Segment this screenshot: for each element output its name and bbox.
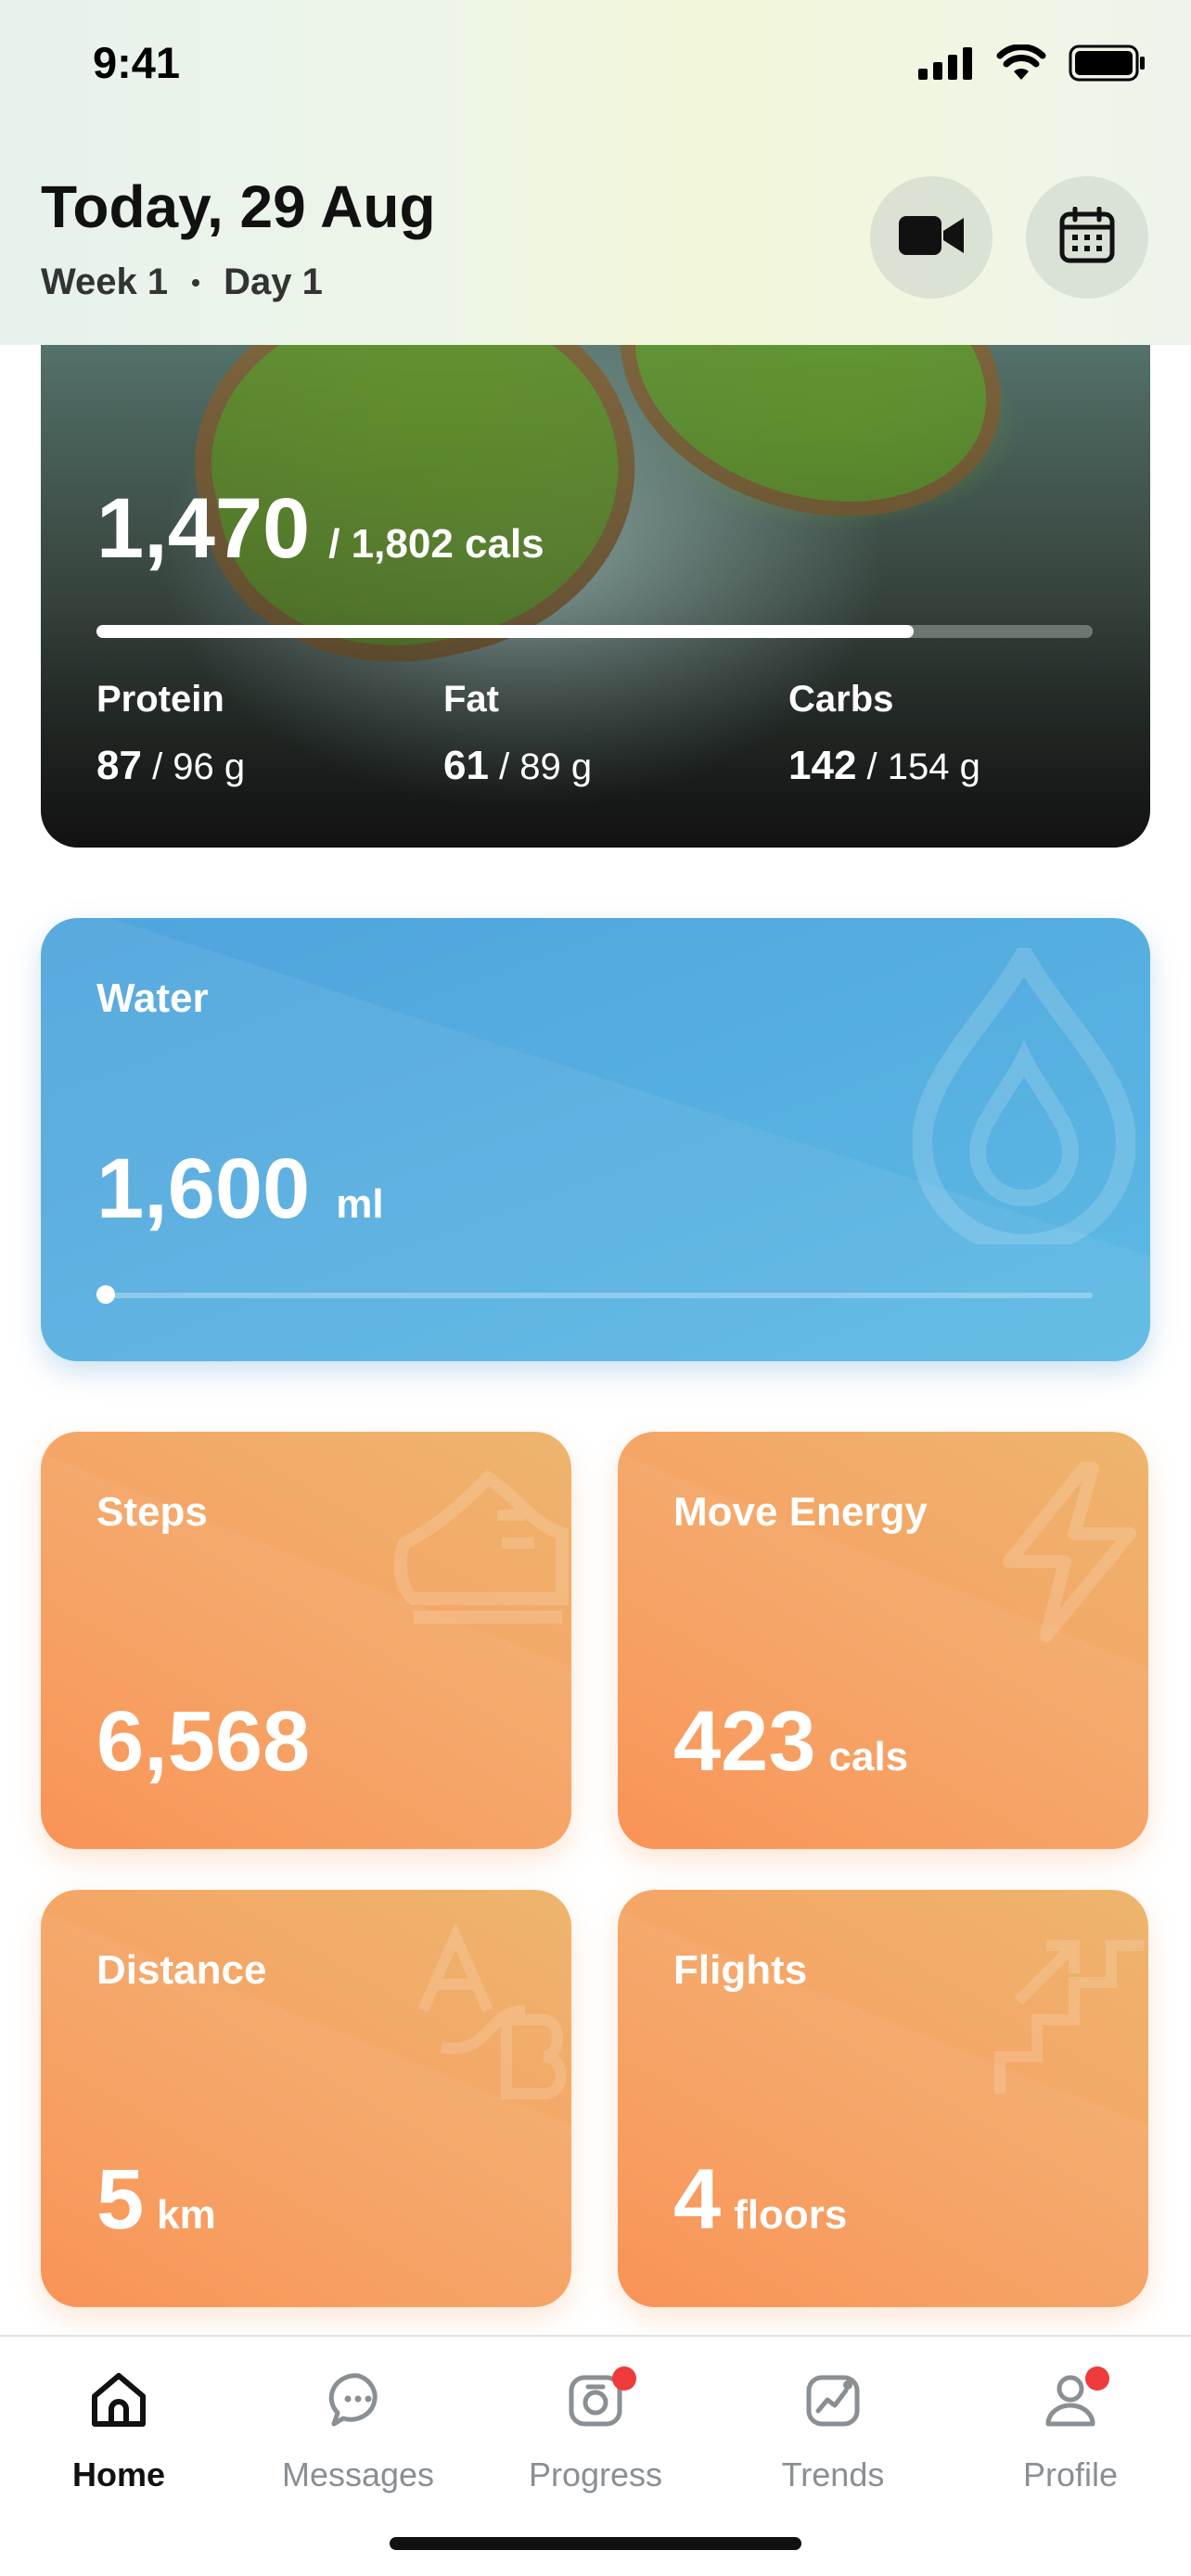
a-to-b-icon xyxy=(404,1918,571,2108)
tab-profile[interactable]: Profile xyxy=(952,2363,1189,2494)
status-time: 9:41 xyxy=(93,38,181,87)
flights-title: Flights xyxy=(673,1947,808,1993)
separator-dot xyxy=(192,278,200,287)
flights-unit: floors xyxy=(734,2192,848,2238)
calendar-icon xyxy=(1058,206,1116,269)
calories-card[interactable]: 1,470 / 1,802 cals Protein 87 / 96 g Fat… xyxy=(41,315,1150,848)
notification-badge xyxy=(612,2366,636,2391)
day-label: Day 1 xyxy=(224,261,323,302)
calories-target: / 1,802 cals xyxy=(328,521,544,567)
home-icon xyxy=(0,2363,237,2437)
calendar-button[interactable] xyxy=(1026,176,1148,299)
profile-icon xyxy=(952,2363,1189,2437)
camera-icon xyxy=(477,2363,714,2437)
macro-value: 142 / 154 g xyxy=(788,743,980,788)
video-camera-icon xyxy=(897,212,966,263)
calories-consumed: 1,470 xyxy=(96,481,311,576)
notification-badge xyxy=(1085,2366,1109,2391)
tab-label: Home xyxy=(71,2455,166,2493)
tab-home[interactable]: Home xyxy=(0,2363,237,2494)
move-energy-value: 423 xyxy=(673,1694,816,1789)
flights-value-group: 4 floors xyxy=(673,2151,847,2249)
water-value: 1,600 xyxy=(96,1141,311,1236)
move-energy-title: Move Energy xyxy=(673,1489,928,1535)
battery-icon xyxy=(1069,45,1146,86)
distance-unit: km xyxy=(157,2192,216,2238)
steps-title: Steps xyxy=(96,1489,208,1535)
week-label: Week 1 xyxy=(41,261,169,302)
distance-title: Distance xyxy=(96,1947,267,1993)
water-drop-icon xyxy=(911,936,1137,1255)
calories-progress-fill xyxy=(96,625,914,638)
water-progress-knob xyxy=(96,1285,115,1304)
move-energy-value-group: 423 cals xyxy=(673,1693,908,1791)
distance-value-group: 5 km xyxy=(96,2151,216,2249)
calories-summary: 1,470 / 1,802 cals xyxy=(96,480,544,578)
video-call-button[interactable] xyxy=(870,176,992,299)
tab-label: Trends xyxy=(781,2455,885,2493)
water-progress-bar xyxy=(96,1293,1093,1298)
chart-icon xyxy=(714,2363,952,2437)
water-amount: 1,600 ml xyxy=(96,1141,384,1238)
stairs-icon xyxy=(981,1918,1148,2108)
header: 9:41 Today, 29 Aug Week 1 Day 1 xyxy=(0,0,1191,345)
macro-label: Fat xyxy=(443,679,499,720)
macro-label: Protein xyxy=(96,679,224,720)
tab-messages[interactable]: Messages xyxy=(239,2363,477,2494)
macro-protein: Protein 87 / 96 g xyxy=(96,679,245,789)
week-day-subtitle: Week 1 Day 1 xyxy=(41,261,323,303)
flights-card[interactable]: Flights 4 floors xyxy=(618,1890,1148,2307)
status-icons xyxy=(918,44,1146,86)
tab-label: Progress xyxy=(528,2455,663,2493)
macro-carbs: Carbs 142 / 154 g xyxy=(788,679,980,789)
cellular-signal-icon xyxy=(918,46,974,84)
macro-value: 61 / 89 g xyxy=(443,743,593,788)
page-title: Today, 29 Aug xyxy=(41,173,436,240)
water-title: Water xyxy=(96,976,209,1021)
move-energy-unit: cals xyxy=(828,1734,909,1779)
tab-progress[interactable]: Progress xyxy=(477,2363,714,2494)
steps-card[interactable]: Steps 6,568 xyxy=(41,1432,571,1849)
calories-progress-bar xyxy=(96,625,1093,638)
lightning-icon xyxy=(981,1460,1148,1650)
distance-card[interactable]: Distance 5 km xyxy=(41,1890,571,2307)
flights-value: 4 xyxy=(673,2152,722,2247)
tab-label: Profile xyxy=(1022,2455,1119,2493)
steps-value-group: 6,568 xyxy=(96,1693,323,1791)
wifi-icon xyxy=(996,44,1046,86)
chat-icon xyxy=(239,2363,477,2437)
water-unit: ml xyxy=(336,1181,384,1227)
macro-fat: Fat 61 / 89 g xyxy=(443,679,592,789)
water-card[interactable]: Water 1,600 ml xyxy=(41,918,1150,1361)
tab-trends[interactable]: Trends xyxy=(714,2363,952,2494)
water-progress-fill xyxy=(96,1293,107,1298)
steps-value: 6,568 xyxy=(96,1694,311,1789)
macro-value: 87 / 96 g xyxy=(96,743,246,788)
tab-label: Messages xyxy=(281,2455,435,2493)
distance-value: 5 xyxy=(96,2152,145,2247)
macro-label: Carbs xyxy=(788,679,894,720)
sneaker-icon xyxy=(386,1460,571,1650)
move-energy-card[interactable]: Move Energy 423 cals xyxy=(618,1432,1148,1849)
home-indicator xyxy=(390,2537,801,2550)
